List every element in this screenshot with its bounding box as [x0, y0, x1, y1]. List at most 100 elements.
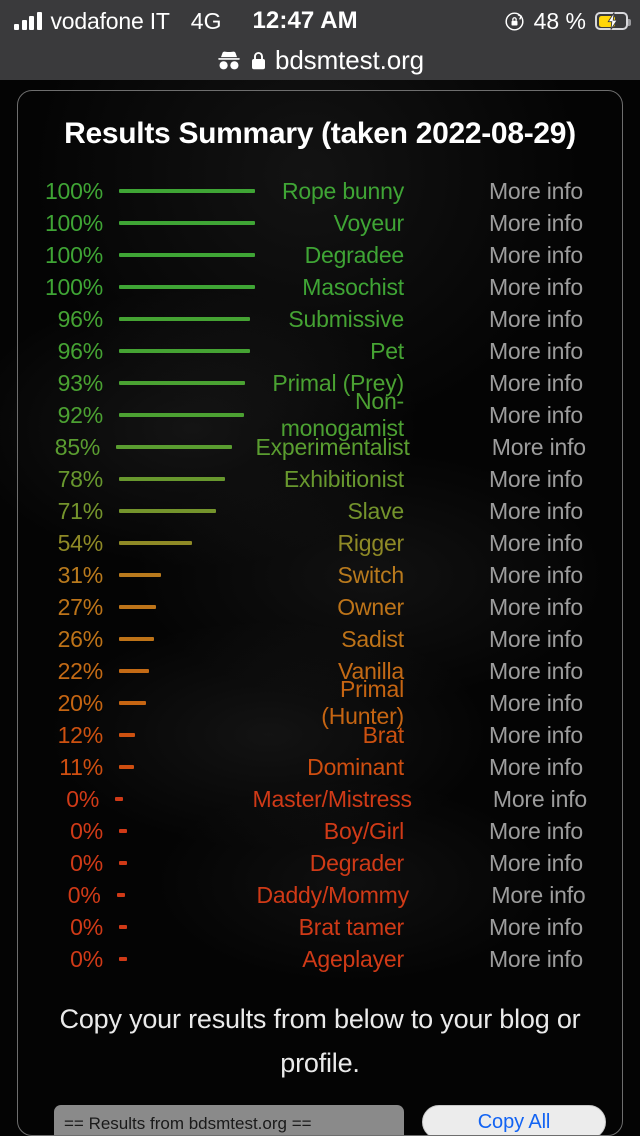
more-info-link[interactable]: More info — [450, 466, 622, 493]
copy-instructions: Copy your results from below to your blo… — [59, 1004, 581, 1078]
result-percent: 27% — [57, 593, 104, 620]
result-row: 0% Boy/Girl More info — [18, 815, 622, 847]
results-textarea[interactable]: == Results from bdsmtest.org ==100% Rope… — [54, 1105, 404, 1135]
result-bar-cell — [103, 317, 263, 321]
result-bar — [119, 477, 226, 481]
more-info-link[interactable]: More info — [455, 882, 622, 909]
result-row: 11% Dominant More info — [18, 751, 622, 783]
copy-buttons-group: Copy AllCopy Top 10 — [422, 1105, 606, 1135]
result-row: 26% Sadist More info — [18, 623, 622, 655]
result-bar-cell — [103, 253, 263, 257]
result-bar — [116, 893, 125, 897]
more-info-link[interactable]: More info — [456, 434, 622, 461]
carrier-label: vodafone IT — [50, 7, 170, 34]
more-info-link[interactable]: More info — [450, 690, 622, 717]
result-bar-cell — [100, 445, 255, 449]
result-bar — [119, 957, 127, 961]
result-percent: 85% — [54, 433, 101, 460]
result-row: 100% Masochist More info — [18, 271, 622, 303]
result-bar-cell — [103, 477, 263, 481]
result-bar-cell — [103, 349, 263, 353]
result-bar — [119, 733, 136, 737]
result-bar-cell — [103, 829, 263, 833]
more-info-link[interactable]: More info — [450, 370, 622, 397]
result-row: 96% Pet More info — [18, 335, 622, 367]
copy-button-all[interactable]: Copy All — [422, 1105, 606, 1135]
result-bar-cell — [103, 285, 263, 289]
result-bar — [119, 573, 162, 577]
more-info-link[interactable]: More info — [450, 562, 622, 589]
result-bar-cell — [103, 861, 263, 865]
result-percent: 0% — [66, 785, 100, 812]
more-info-link[interactable]: More info — [450, 338, 622, 365]
result-bar — [119, 861, 127, 865]
more-info-link[interactable]: More info — [450, 530, 622, 557]
result-label: Daddy/Mommy — [256, 881, 409, 908]
result-row: 31% Switch More info — [18, 559, 622, 591]
result-bar — [115, 797, 124, 801]
status-bar-left-group: vodafone IT 4G 12:47 AM — [14, 7, 358, 35]
more-info-link[interactable]: More info — [450, 594, 622, 621]
more-info-link[interactable]: More info — [450, 498, 622, 525]
result-label: Experimentalist — [255, 433, 410, 460]
result-percent: 11% — [59, 753, 103, 780]
more-info-link[interactable]: More info — [450, 658, 622, 685]
more-info-link[interactable]: More info — [450, 626, 622, 653]
result-bar-cell — [103, 957, 263, 961]
result-bar-cell — [99, 797, 252, 801]
result-row: 78% Exhibitionist More info — [18, 463, 622, 495]
more-info-link[interactable]: More info — [450, 722, 622, 749]
result-row: 0% Master/Mistress More info — [18, 783, 622, 815]
more-info-link[interactable]: More info — [450, 402, 622, 429]
result-row: 0% Daddy/Mommy More info — [18, 879, 622, 911]
more-info-link[interactable]: More info — [450, 914, 622, 941]
result-row: 100% Rope bunny More info — [18, 175, 622, 207]
more-info-link[interactable]: More info — [450, 210, 622, 237]
ios-status-bar: vodafone IT 4G 12:47 AM 48 % bdsmtest.or… — [0, 0, 640, 80]
page-content: Results Summary (taken 2022-08-29) 100% R… — [0, 80, 640, 1136]
result-row: 0% Ageplayer More info — [18, 943, 622, 975]
more-info-link[interactable]: More info — [450, 818, 622, 845]
more-info-link[interactable]: More info — [450, 274, 622, 301]
result-row: 100% Voyeur More info — [18, 207, 622, 239]
result-bar-cell — [103, 509, 263, 513]
result-percent: 0% — [70, 849, 103, 876]
more-info-link[interactable]: More info — [450, 850, 622, 877]
more-info-link[interactable]: More info — [450, 946, 622, 973]
result-label: Master/Mistress — [252, 785, 412, 812]
more-info-link[interactable]: More info — [458, 786, 622, 813]
more-info-link[interactable]: More info — [450, 306, 622, 333]
more-info-link[interactable]: More info — [450, 178, 622, 205]
result-percent: 78% — [57, 465, 104, 492]
result-percent: 31% — [57, 561, 104, 588]
copy-section: == Results from bdsmtest.org ==100% Rope… — [18, 1105, 622, 1135]
url-label: bdsmtest.org — [274, 44, 425, 75]
result-bar — [119, 829, 127, 833]
result-bar-cell — [103, 605, 263, 609]
result-bar — [119, 605, 156, 609]
result-label: Pet — [370, 337, 404, 364]
result-row: 20% Primal (Hunter) More info — [18, 676, 622, 729]
result-label: Dominant — [307, 753, 404, 780]
result-label: Masochist — [302, 273, 404, 300]
result-bar — [119, 701, 147, 705]
result-bar-cell — [103, 925, 263, 929]
result-percent: 92% — [57, 401, 104, 428]
result-row: 96% Submissive More info — [18, 303, 622, 335]
result-label: Owner — [337, 593, 404, 620]
result-label: Voyeur — [333, 209, 405, 236]
textarea-line: == Results from bdsmtest.org == — [64, 1114, 312, 1133]
result-bar — [119, 541, 193, 545]
result-percent: 100% — [44, 177, 103, 204]
result-label: Degrader — [309, 849, 404, 876]
page-title: Results Summary (taken 2022-08-29) — [64, 117, 576, 150]
result-label: Slave — [347, 497, 404, 524]
result-percent: 71% — [57, 497, 104, 524]
result-percent: 0% — [70, 913, 103, 940]
more-info-link[interactable]: More info — [450, 242, 622, 269]
browser-url-bar[interactable]: bdsmtest.org — [0, 40, 640, 80]
result-bar-cell — [103, 669, 263, 673]
result-percent: 26% — [57, 625, 104, 652]
result-bar — [119, 925, 127, 929]
more-info-link[interactable]: More info — [450, 754, 622, 781]
